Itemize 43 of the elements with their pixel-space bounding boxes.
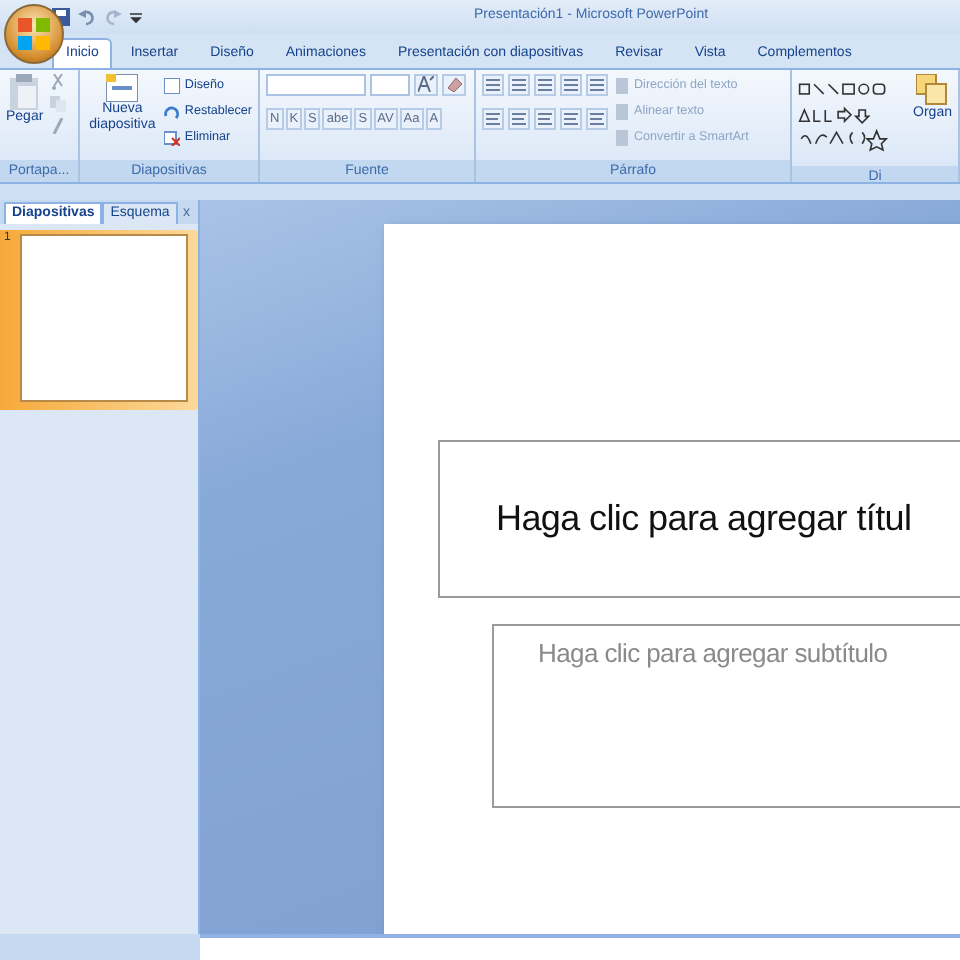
undo-icon[interactable]: [78, 8, 96, 26]
eraser-icon: [446, 76, 462, 93]
lines-icon: [564, 77, 578, 92]
font-size-field[interactable]: [370, 74, 410, 96]
logo-icon: [16, 16, 52, 52]
reset-icon: [164, 103, 181, 119]
grow-font-button[interactable]: [414, 74, 438, 96]
placeholder-text: Haga clic para agregar subtítulo: [538, 638, 888, 668]
delete-icon: [164, 129, 181, 145]
slide-thumbnail[interactable]: [20, 234, 188, 402]
align-icon: [486, 111, 500, 126]
stack-icon: [916, 74, 949, 106]
lines-icon: [590, 77, 604, 92]
indent-button[interactable]: [560, 74, 582, 96]
align-button[interactable]: [586, 108, 608, 130]
placeholder-text: Haga clic para agregar títul: [496, 496, 912, 542]
lines-icon: [486, 77, 500, 92]
lines-icon: [512, 77, 526, 92]
clipboard-icon: [8, 74, 41, 110]
brush-icon: [49, 118, 66, 134]
list-button[interactable]: [508, 74, 530, 96]
align-icon: [512, 111, 526, 126]
align-button[interactable]: [534, 108, 556, 130]
align-button[interactable]: [508, 108, 530, 130]
indent-button[interactable]: [534, 74, 556, 96]
align-icon: [590, 111, 604, 126]
grow-font-icon: [418, 76, 434, 93]
align-button[interactable]: [560, 108, 582, 130]
list-button[interactable]: [482, 74, 504, 96]
notes-pane[interactable]: [200, 934, 960, 960]
layout-icon: [164, 77, 181, 93]
dropdown-arrow-icon[interactable]: [130, 11, 142, 23]
lines-icon: [538, 77, 552, 92]
indent-button[interactable]: [586, 74, 608, 96]
title-placeholder[interactable]: Haga clic para agregar títul: [438, 440, 960, 598]
align-button[interactable]: [482, 108, 504, 130]
scissors-icon: [49, 74, 66, 90]
copy-icon: [49, 96, 66, 112]
clear-format-button[interactable]: [442, 74, 466, 96]
new-slide-icon: [106, 74, 139, 102]
align-icon: [564, 111, 578, 126]
align-icon: [538, 111, 552, 126]
font-name-field[interactable]: [266, 74, 366, 96]
